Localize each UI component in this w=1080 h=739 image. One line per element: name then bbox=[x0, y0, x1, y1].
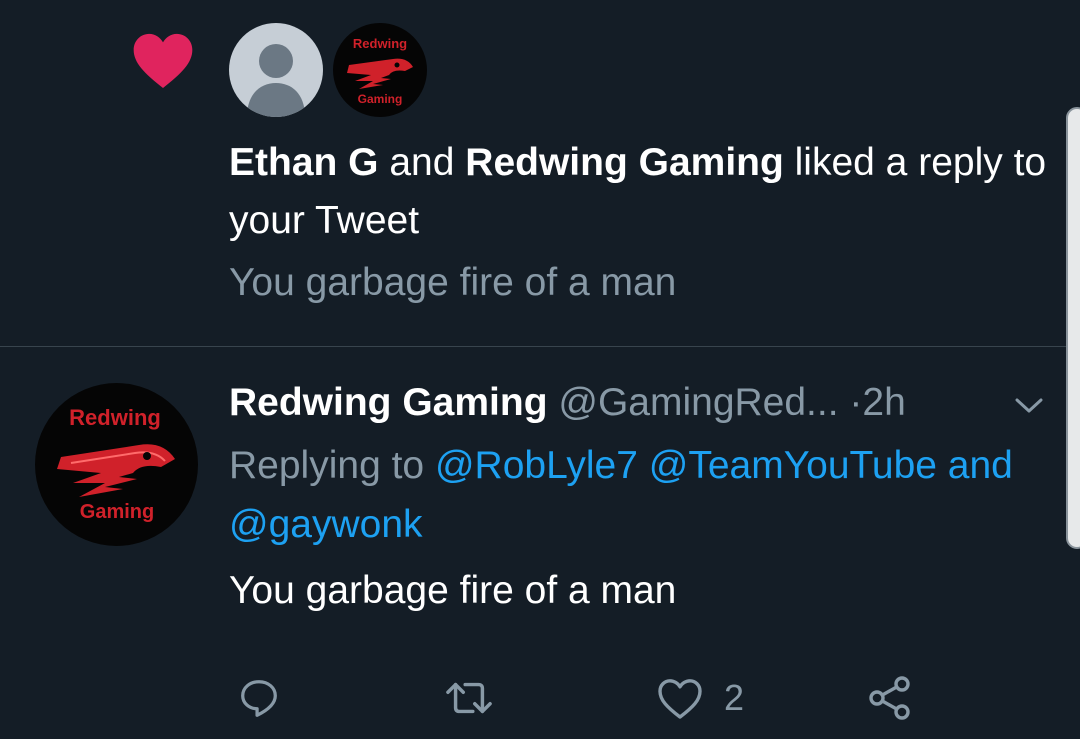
scrollbar[interactable] bbox=[1066, 107, 1080, 549]
logo-bottom-text: Gaming bbox=[358, 92, 403, 106]
replying-to: Replying to @RobLyle7 @TeamYouTube and @… bbox=[229, 436, 1049, 554]
like-icon bbox=[658, 679, 702, 719]
liker-name-2[interactable]: Redwing Gaming bbox=[465, 141, 784, 184]
tweet-display-name[interactable]: Redwing Gaming bbox=[229, 381, 548, 424]
divider bbox=[0, 346, 1070, 347]
tweet-header[interactable]: Redwing Gaming @GamingRed... ·2h bbox=[229, 374, 1009, 432]
reply-icon bbox=[241, 680, 277, 717]
tweet-time[interactable]: 2h bbox=[862, 381, 905, 424]
connector-text: and bbox=[389, 141, 455, 184]
tweet-text: You garbage fire of a man bbox=[229, 569, 677, 612]
logo-bottom-text: Gaming bbox=[80, 501, 154, 523]
avatar-ethan-g[interactable] bbox=[229, 23, 323, 117]
mentions-joiner[interactable]: and bbox=[948, 444, 1013, 487]
reply-button[interactable] bbox=[236, 674, 282, 722]
mention-teamyoutube[interactable]: @TeamYouTube bbox=[649, 444, 937, 487]
logo-top-text: Redwing bbox=[353, 36, 407, 51]
like-count: 2 bbox=[724, 677, 745, 718]
retweet-button[interactable] bbox=[440, 674, 498, 722]
meta-separator: · bbox=[849, 381, 863, 424]
retweet-icon bbox=[446, 682, 492, 714]
liker-name-1[interactable]: Ethan G bbox=[229, 141, 379, 184]
tweet-handle[interactable]: @GamingRed... bbox=[558, 381, 838, 424]
logo-top-text: Redwing bbox=[69, 405, 161, 430]
notification-preview[interactable]: You garbage fire of a man bbox=[229, 255, 1049, 311]
avatar-redwing-gaming-small[interactable]: Redwing Gaming bbox=[333, 23, 427, 117]
mention-gaywonk[interactable]: @gaywonk bbox=[229, 503, 423, 546]
chevron-down-icon[interactable] bbox=[1012, 392, 1046, 418]
redwing-logo-small: Redwing Gaming bbox=[347, 36, 413, 106]
replying-prefix: Replying to bbox=[229, 444, 425, 487]
heart-icon bbox=[133, 33, 193, 88]
redwing-logo-large: Redwing Gaming bbox=[57, 405, 175, 523]
share-icon bbox=[869, 676, 910, 720]
mention-roblyle7[interactable]: @RobLyle7 bbox=[435, 444, 638, 487]
like-button[interactable]: 2 bbox=[656, 674, 744, 722]
tweet-avatar[interactable]: Redwing Gaming bbox=[35, 383, 198, 546]
share-button[interactable] bbox=[866, 674, 914, 722]
notification-text[interactable]: Ethan G and Redwing Gaming liked a reply… bbox=[229, 134, 1049, 250]
default-avatar-icon bbox=[247, 44, 305, 117]
